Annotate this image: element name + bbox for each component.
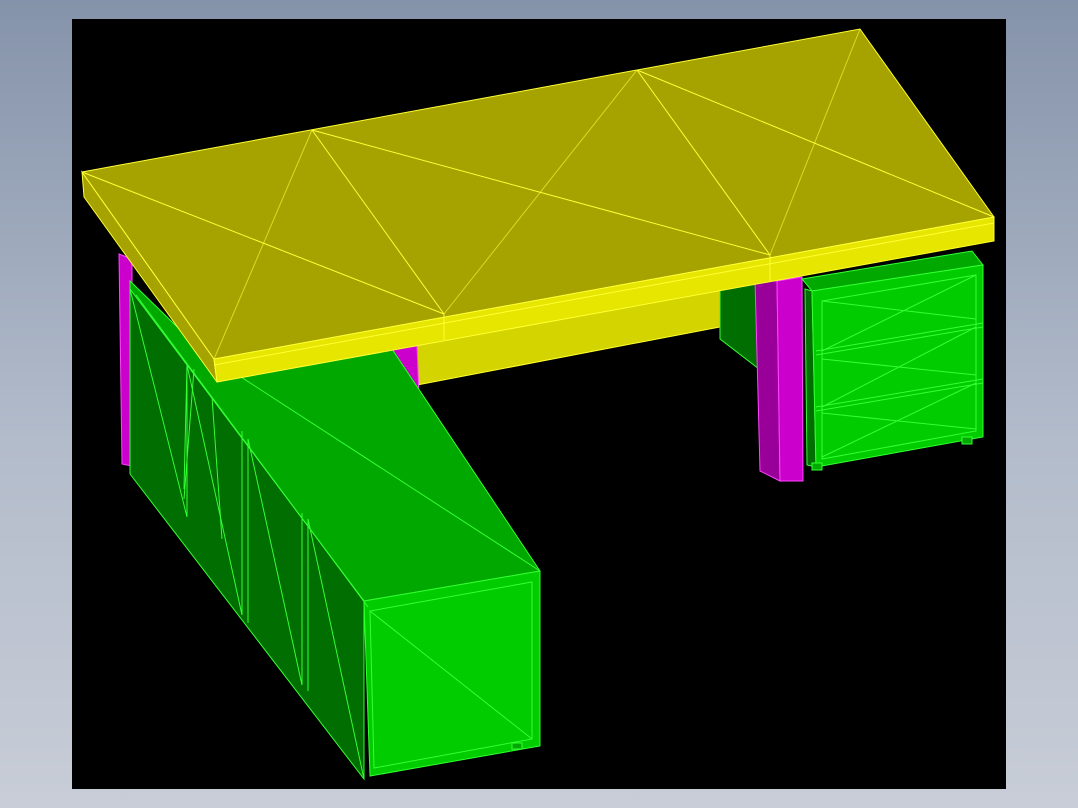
desk-leg-right	[754, 276, 804, 482]
cad-viewport[interactable]	[72, 19, 1006, 789]
desk-model-drawing	[81, 28, 995, 781]
drawer-pedestal	[801, 250, 984, 471]
